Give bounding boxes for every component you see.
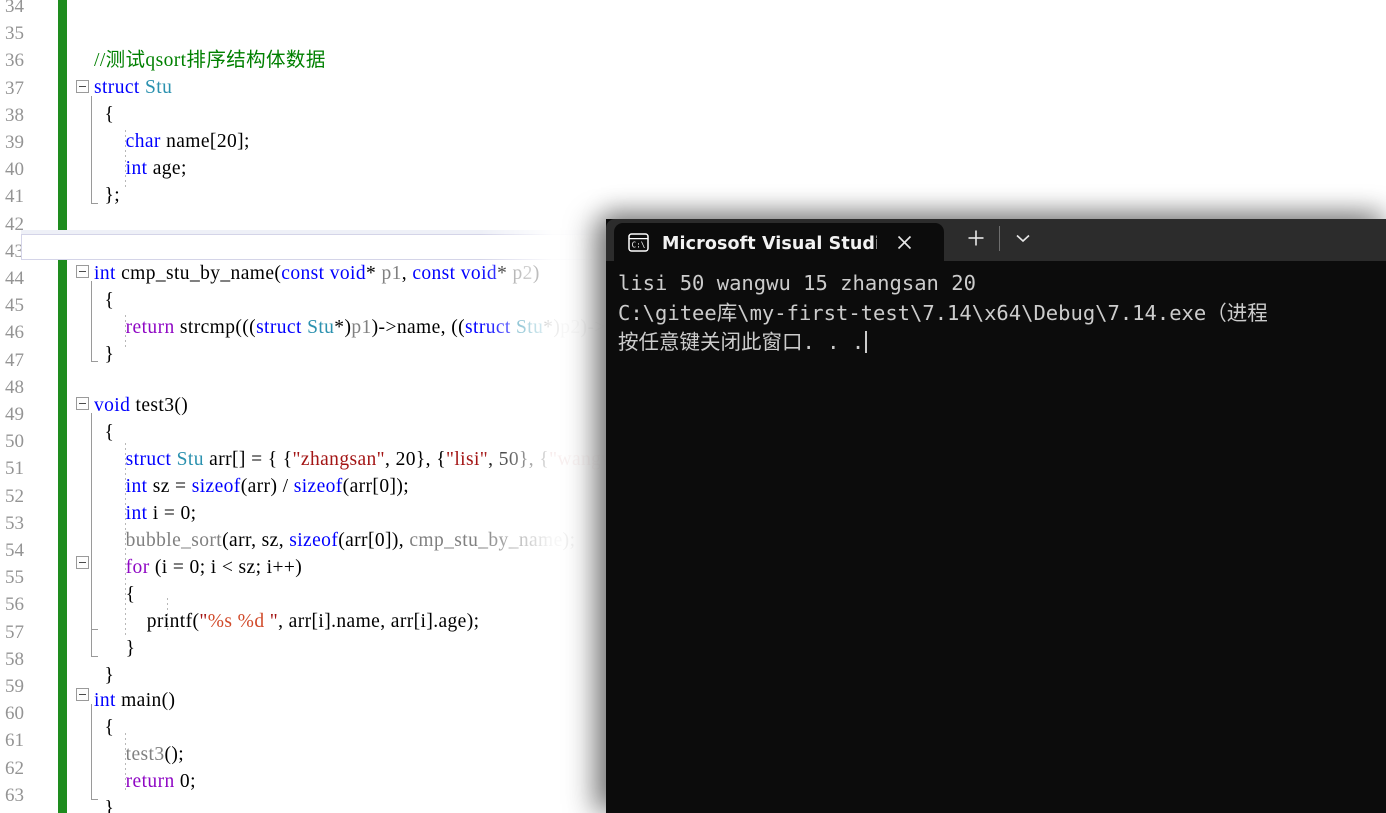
code-line-41[interactable]: }; (94, 182, 120, 209)
line-number: 60 (5, 703, 24, 725)
code-line-38[interactable]: { (94, 101, 114, 128)
code-line-45[interactable]: { (94, 287, 114, 314)
line-number: 62 (5, 757, 24, 779)
line-number: 39 (5, 132, 24, 153)
line-number: 46 (5, 322, 24, 344)
code-line-52[interactable]: int sz = sizeof(arr) / sizeof(arr[0]); (94, 473, 409, 500)
code-line-58[interactable]: } (94, 635, 135, 662)
terminal-output[interactable]: lisi 50 wangwu 15 zhangsan 20 C:\gitee库\… (606, 261, 1386, 813)
code-line-49[interactable]: void test3() (94, 392, 188, 419)
line-number: 41 (5, 186, 24, 208)
terminal-output-line-2: C:\gitee库\my-first-test\7.14\x64\Debug\7… (618, 300, 1268, 325)
fold-toggle-for-loop[interactable] (76, 556, 89, 569)
line-number: 57 (5, 621, 24, 643)
terminal-output-line-3: 按任意键关闭此窗口. . . (618, 328, 1386, 358)
terminal-prompt-text: 按任意键关闭此窗口. . . (618, 330, 865, 354)
new-tab-icon[interactable] (956, 221, 996, 255)
line-number: 52 (5, 485, 24, 507)
terminal-tab-title: Microsoft Visual Studio 调试控 (662, 233, 877, 254)
code-line-61[interactable]: { (94, 714, 114, 741)
outline-guide (91, 281, 92, 361)
code-line-46[interactable]: return strcmp(((struct Stu*)p1)->name, (… (94, 314, 662, 341)
toolbar-divider (999, 225, 1000, 251)
line-number: 38 (5, 104, 24, 126)
line-number: 49 (5, 404, 24, 425)
code-line-37[interactable]: struct Stu (94, 74, 172, 101)
line-number: 37 (5, 77, 24, 99)
line-number: 54 (5, 540, 24, 561)
line-number: 59 (5, 676, 24, 697)
code-line-59[interactable]: } (94, 662, 114, 689)
unsaved-changes-bar (58, 0, 67, 813)
line-number: 58 (5, 648, 24, 670)
code-line-50[interactable]: { (94, 419, 114, 446)
line-number: 63 (5, 784, 24, 806)
code-line-39[interactable]: char name[20]; (94, 128, 250, 155)
code-line-63[interactable]: return 0; (94, 768, 196, 795)
svg-text:C:\: C:\ (632, 240, 646, 249)
fold-toggle-test3[interactable] (76, 397, 89, 410)
line-number: 47 (5, 349, 24, 371)
code-line-55[interactable]: for (i = 0; i < sz; i++) (94, 554, 302, 581)
line-number: 48 (5, 376, 24, 398)
line-number: 50 (5, 431, 24, 453)
fold-toggle-cmp-stu[interactable] (76, 265, 89, 278)
outline-guide (91, 704, 92, 799)
fold-toggle-main[interactable] (76, 688, 89, 701)
line-number: 53 (5, 512, 24, 534)
line-number: 36 (5, 50, 24, 72)
code-line-64[interactable]: } (94, 795, 114, 813)
terminal-output-line-1: lisi 50 wangwu 15 zhangsan 20 (618, 271, 976, 295)
line-number: 64 (0, 809, 24, 813)
code-line-54[interactable]: bubble_sort(arr, sz, sizeof(arr[0]), cmp… (94, 527, 575, 554)
code-line-44[interactable]: int cmp_stu_by_name(const void* p1, cons… (94, 260, 540, 287)
code-line-60[interactable]: int main() (94, 687, 175, 714)
line-number: 55 (5, 567, 24, 589)
line-number: 35 (5, 23, 24, 45)
code-line-53[interactable]: int i = 0; (94, 500, 196, 527)
line-number: 45 (5, 295, 24, 317)
line-number: 40 (5, 159, 24, 181)
terminal-tab-actions (944, 219, 1043, 261)
line-number: 51 (5, 458, 24, 480)
line-number: 34 (5, 0, 24, 17)
line-number-gutter: 34 35 36 37 38 39 40 41 42 43 44 45 46 47 48 49 50 51 52 53… (0, 0, 50, 813)
code-line-40[interactable]: int age; (94, 155, 187, 182)
code-line-62[interactable]: test3(); (94, 741, 184, 768)
fold-toggle-struct-stu[interactable] (76, 80, 89, 93)
outline-guide (91, 96, 92, 203)
line-number: 61 (5, 730, 24, 752)
terminal-window[interactable]: C:\ Microsoft Visual Studio 调试控 (606, 219, 1386, 813)
command-prompt-icon: C:\ (628, 232, 649, 252)
chevron-down-icon[interactable] (1003, 221, 1043, 255)
line-number: 44 (5, 268, 24, 289)
code-line-56[interactable]: { (94, 581, 135, 608)
terminal-tab-active[interactable]: C:\ Microsoft Visual Studio 调试控 (614, 223, 944, 261)
code-line-57[interactable]: printf("%s %d ", arr[i].name, arr[i].age… (94, 608, 479, 635)
terminal-title-bar[interactable]: C:\ Microsoft Visual Studio 调试控 (606, 219, 1386, 261)
terminal-cursor (865, 331, 868, 353)
close-icon[interactable] (891, 229, 917, 255)
outline-guide (91, 572, 92, 629)
code-line-47[interactable]: } (94, 341, 114, 368)
line-number: 56 (5, 594, 24, 616)
code-line-36[interactable]: //测试qsort排序结构体数据 (94, 47, 326, 74)
